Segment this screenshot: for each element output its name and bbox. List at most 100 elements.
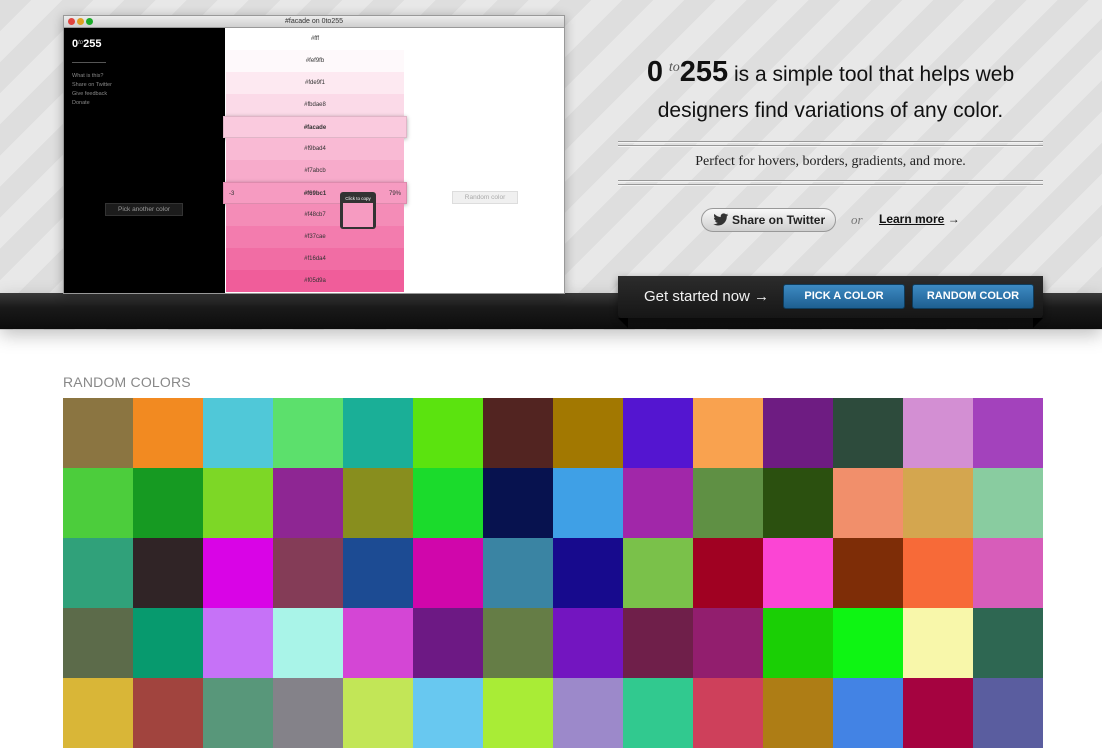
- color-swatch[interactable]: [833, 538, 903, 608]
- color-swatch[interactable]: [693, 398, 763, 468]
- color-swatch[interactable]: [203, 608, 273, 678]
- headline-logo-zero: 0: [646, 56, 664, 88]
- pick-a-color-button[interactable]: PICK A COLOR: [783, 284, 905, 309]
- color-swatch[interactable]: [973, 678, 1043, 748]
- color-swatch[interactable]: [903, 608, 973, 678]
- color-swatch[interactable]: [833, 468, 903, 538]
- preview-strip-hex: #f7abcb: [304, 168, 326, 174]
- color-swatch[interactable]: [413, 538, 483, 608]
- color-swatch[interactable]: [973, 398, 1043, 468]
- color-swatch[interactable]: [273, 678, 343, 748]
- color-swatch[interactable]: [343, 608, 413, 678]
- color-swatch[interactable]: [763, 608, 833, 678]
- color-swatch[interactable]: [973, 468, 1043, 538]
- color-swatch[interactable]: [203, 468, 273, 538]
- panel-fold-right: [1033, 318, 1043, 328]
- color-swatch[interactable]: [483, 468, 553, 538]
- color-swatch[interactable]: [903, 398, 973, 468]
- preview-strip: #f7abcb: [226, 160, 404, 182]
- color-swatch[interactable]: [903, 538, 973, 608]
- color-swatch[interactable]: [483, 678, 553, 748]
- minimize-dot-icon: [77, 18, 84, 25]
- color-swatch[interactable]: [413, 678, 483, 748]
- color-swatch[interactable]: [413, 398, 483, 468]
- color-swatch[interactable]: [483, 538, 553, 608]
- random-colors-heading: RANDOM COLORS: [63, 374, 191, 390]
- preview-strip-hex: #f9bad4: [304, 146, 326, 152]
- color-swatch[interactable]: [693, 538, 763, 608]
- color-swatch[interactable]: [203, 538, 273, 608]
- color-swatch[interactable]: [273, 608, 343, 678]
- color-swatch[interactable]: [833, 398, 903, 468]
- preview-nav-item: Share on Twitter: [72, 82, 112, 88]
- preview-strip: #f05d9a: [226, 270, 404, 292]
- color-swatch[interactable]: [553, 608, 623, 678]
- color-swatch[interactable]: [763, 678, 833, 748]
- color-swatch[interactable]: [973, 608, 1043, 678]
- color-swatch[interactable]: [553, 538, 623, 608]
- color-swatch[interactable]: [343, 398, 413, 468]
- preview-strip: #facade: [223, 116, 407, 138]
- headline-line2: designers find variations of any color.: [657, 99, 1004, 122]
- learn-more-link[interactable]: Learn more →: [879, 212, 960, 226]
- color-swatch[interactable]: [553, 468, 623, 538]
- random-color-button[interactable]: RANDOM COLOR: [912, 284, 1034, 309]
- color-swatch[interactable]: [763, 468, 833, 538]
- color-swatch[interactable]: [833, 678, 903, 748]
- learn-more-arrow-icon: →: [947, 212, 960, 226]
- color-swatch[interactable]: [63, 538, 133, 608]
- panel-fold-left: [618, 318, 628, 328]
- color-swatch[interactable]: [903, 678, 973, 748]
- color-swatch[interactable]: [343, 468, 413, 538]
- color-swatch[interactable]: [273, 468, 343, 538]
- color-swatch[interactable]: [623, 398, 693, 468]
- preview-strip-hex: #fbdae8: [304, 102, 326, 108]
- color-swatch[interactable]: [133, 468, 203, 538]
- color-swatch[interactable]: [693, 468, 763, 538]
- preview-strip-lightness: 79%: [388, 191, 401, 197]
- headline-line1: is a simple tool that helps web: [728, 63, 1015, 86]
- color-swatch[interactable]: [273, 398, 343, 468]
- color-swatch[interactable]: [623, 468, 693, 538]
- color-swatch[interactable]: [63, 678, 133, 748]
- color-swatch[interactable]: [203, 398, 273, 468]
- color-swatch[interactable]: [903, 468, 973, 538]
- color-swatch[interactable]: [133, 678, 203, 748]
- color-swatch[interactable]: [203, 678, 273, 748]
- preview-nav-item: Give feedback: [72, 91, 108, 97]
- preview-random-button: Random color: [452, 191, 518, 204]
- color-swatch[interactable]: [693, 678, 763, 748]
- color-swatch[interactable]: [343, 678, 413, 748]
- color-swatch[interactable]: [483, 608, 553, 678]
- color-swatch[interactable]: [413, 468, 483, 538]
- preview-copy-label: Click to copy: [345, 196, 371, 201]
- color-swatch[interactable]: [63, 608, 133, 678]
- preview-strip-hex: #fef9fb: [305, 58, 325, 64]
- color-swatch[interactable]: [133, 398, 203, 468]
- color-swatch[interactable]: [133, 608, 203, 678]
- color-swatch[interactable]: [623, 678, 693, 748]
- share-twitter-button[interactable]: Share on Twitter: [701, 208, 836, 232]
- app-preview-window: #facade on 0to255 0to255 What is this? S…: [63, 15, 565, 294]
- color-swatch[interactable]: [763, 398, 833, 468]
- color-swatch[interactable]: [343, 538, 413, 608]
- share-twitter-label: Share on Twitter: [732, 213, 826, 227]
- color-swatch[interactable]: [973, 538, 1043, 608]
- color-swatch[interactable]: [763, 538, 833, 608]
- color-swatch[interactable]: [63, 398, 133, 468]
- color-swatch[interactable]: [483, 398, 553, 468]
- color-swatch[interactable]: [63, 468, 133, 538]
- color-swatch[interactable]: [413, 608, 483, 678]
- color-swatch[interactable]: [133, 538, 203, 608]
- preview-copy-swatch: [343, 203, 373, 227]
- color-swatch[interactable]: [693, 608, 763, 678]
- color-swatch[interactable]: [833, 608, 903, 678]
- preview-nav-item: What is this?: [72, 73, 104, 79]
- color-swatch[interactable]: [623, 538, 693, 608]
- color-swatch[interactable]: [273, 538, 343, 608]
- get-started-panel: Get started now → PICK A COLOR RANDOM CO…: [618, 276, 1043, 318]
- color-swatch[interactable]: [553, 398, 623, 468]
- color-swatch[interactable]: [623, 608, 693, 678]
- color-swatch[interactable]: [553, 678, 623, 748]
- preview-pick-button: Pick another color: [105, 203, 183, 216]
